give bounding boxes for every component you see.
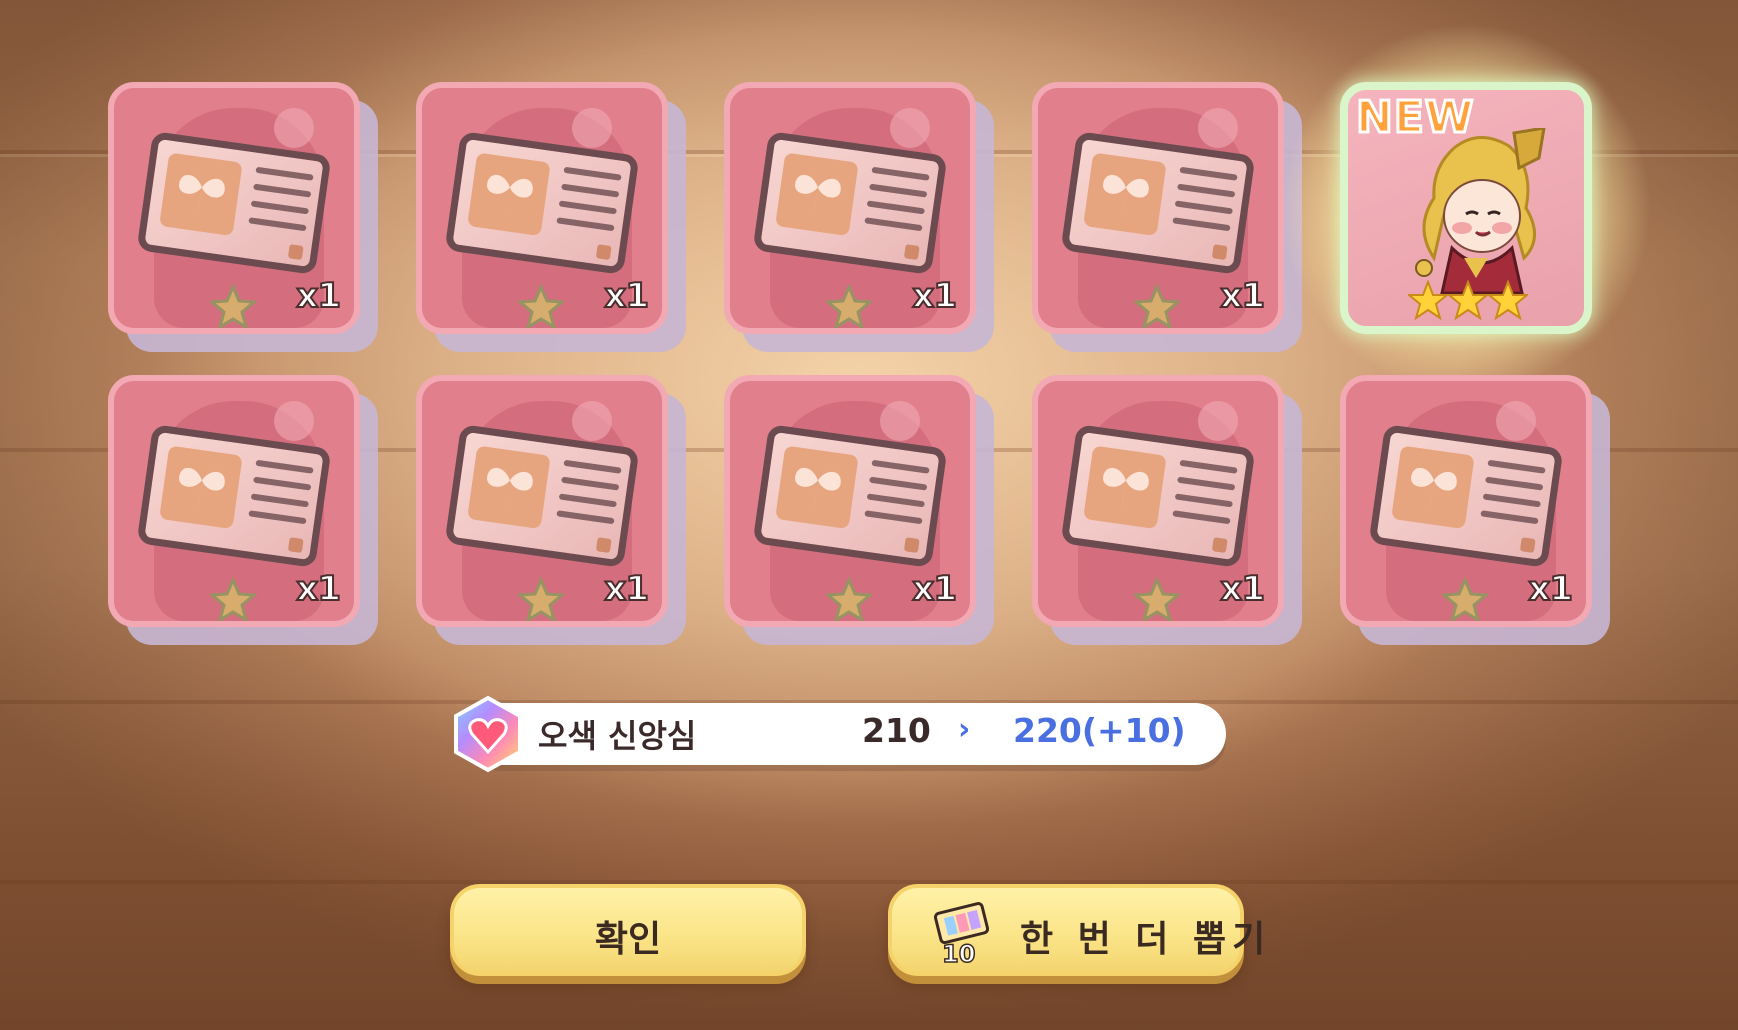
id-card-icon <box>752 424 948 568</box>
id-card-photo <box>467 152 551 237</box>
id-card-text-lines <box>1479 459 1546 535</box>
star-icon <box>1134 284 1180 328</box>
item-count: x1 <box>295 568 342 610</box>
character-ear-shape <box>572 401 612 441</box>
reward-card[interactable]: x1 <box>416 82 686 352</box>
item-count: x1 <box>295 275 342 317</box>
reward-card[interactable]: x1 <box>1032 375 1302 645</box>
character-ear-shape <box>890 108 930 148</box>
id-card-text-lines <box>555 459 622 535</box>
star-icon <box>518 284 564 328</box>
item-count: x1 <box>1219 568 1266 610</box>
id-card-text-lines <box>1171 459 1238 535</box>
chevron-right-icon: › <box>958 712 971 747</box>
reward-card[interactable]: x1 <box>1340 375 1610 645</box>
card-face: x1 <box>1340 375 1592 627</box>
floor-plank-line <box>0 880 1738 884</box>
star-icon <box>1134 577 1180 621</box>
id-card-icon <box>444 424 640 568</box>
rainbow-heart-gem-icon <box>454 695 522 773</box>
star-icon <box>1442 577 1488 621</box>
id-card-icon <box>136 424 332 568</box>
card-face: NEW <box>1340 82 1592 334</box>
reward-card[interactable]: x1 <box>724 82 994 352</box>
item-count: x1 <box>1219 275 1266 317</box>
item-count: x1 <box>1527 568 1574 610</box>
id-card-stamp <box>1519 537 1536 553</box>
id-card-stamp <box>1211 537 1228 553</box>
card-face: x1 <box>416 375 668 627</box>
character-ear-shape <box>274 108 314 148</box>
id-card-stamp <box>287 537 304 553</box>
id-card-photo <box>1391 445 1475 530</box>
id-card-icon <box>752 131 948 275</box>
id-card-photo <box>159 152 243 237</box>
ticket-count: 10 <box>941 939 976 969</box>
stat-name: 오색 신앙심 <box>538 717 697 755</box>
id-card-text-lines <box>247 459 314 535</box>
character-portrait <box>1415 128 1546 295</box>
card-face: x1 <box>1032 82 1284 334</box>
star-icon <box>826 284 872 328</box>
reward-card[interactable]: x1 <box>724 375 994 645</box>
id-card-photo <box>1083 445 1167 530</box>
id-card-photo <box>1083 152 1167 237</box>
featured-reward-card[interactable]: NEW <box>1280 22 1652 394</box>
character-ear-shape <box>1198 401 1238 441</box>
new-badge: NEW <box>1354 91 1475 145</box>
id-card-icon <box>444 131 640 275</box>
item-count: x1 <box>911 275 958 317</box>
character-ear-shape <box>274 401 314 441</box>
reward-card[interactable]: x1 <box>1032 82 1302 352</box>
id-card-photo <box>159 445 243 530</box>
card-face: x1 <box>724 375 976 627</box>
id-card-text-lines <box>863 459 930 535</box>
star-icon <box>518 577 564 621</box>
draw-again-button[interactable]: 10 한 번 더 뽑기 <box>888 884 1265 976</box>
item-count: x1 <box>911 568 958 610</box>
card-face: x1 <box>108 375 360 627</box>
id-card-stamp <box>595 537 612 553</box>
id-card-photo <box>467 445 551 530</box>
three-star-rating-icon <box>1408 280 1528 321</box>
star-icon <box>826 577 872 621</box>
star-icon <box>210 577 256 621</box>
id-card-photo <box>775 152 859 237</box>
reward-card[interactable]: x1 <box>108 375 378 645</box>
character-ear-shape <box>880 401 920 441</box>
stat-new-value: 220(+10) <box>1013 711 1186 750</box>
character-ear-shape <box>1496 401 1536 441</box>
id-card-stamp <box>1211 244 1228 260</box>
character-ear-shape <box>1198 108 1238 148</box>
confirm-button-label: 확인 <box>594 919 662 960</box>
result-screen: x1 x1 x1 x1 NEW x1 x1 x1 x1 x1 오색 신앙심 21… <box>0 0 1738 1030</box>
id-card-icon <box>1060 131 1256 275</box>
item-count: x1 <box>603 568 650 610</box>
item-count: x1 <box>603 275 650 317</box>
card-face: x1 <box>1032 375 1284 627</box>
draw-again-button-label: 한 번 더 뽑기 <box>1020 919 1272 960</box>
id-card-text-lines <box>555 166 622 242</box>
reward-card[interactable]: x1 <box>108 82 378 352</box>
id-card-stamp <box>903 537 920 553</box>
id-card-icon <box>1060 424 1256 568</box>
character-ear-shape <box>572 108 612 148</box>
confirm-button[interactable]: 확인 <box>450 884 806 976</box>
stat-old-value: 210 <box>862 711 931 750</box>
id-card-icon <box>136 131 332 275</box>
star-icon <box>210 284 256 328</box>
reward-card[interactable]: x1 <box>416 375 686 645</box>
card-face: x1 <box>108 82 360 334</box>
id-card-stamp <box>287 244 304 260</box>
id-card-stamp <box>903 244 920 260</box>
id-card-text-lines <box>863 166 930 242</box>
id-card-icon <box>1368 424 1564 568</box>
id-card-text-lines <box>247 166 314 242</box>
id-card-text-lines <box>1171 166 1238 242</box>
card-face: x1 <box>724 82 976 334</box>
card-face: x1 <box>416 82 668 334</box>
id-card-photo <box>775 445 859 530</box>
id-card-stamp <box>595 244 612 260</box>
